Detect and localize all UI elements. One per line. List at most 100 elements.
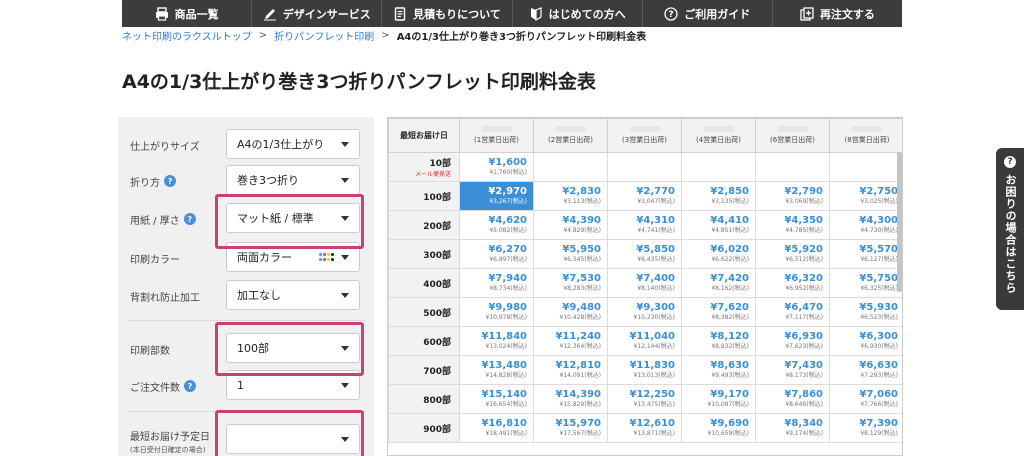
price-cell[interactable]: ¥11,840 ¥13,024(税込) — [459, 326, 534, 356]
price-cell[interactable]: ¥7,400 ¥8,140(税込) — [607, 268, 682, 298]
help-side-tab[interactable]: ? お困りの場合はこちら — [996, 148, 1024, 310]
column-header[interactable]: (1営業日出荷) — [459, 118, 534, 153]
price-cell[interactable]: ¥4,310 ¥4,741(税込) — [607, 210, 682, 240]
price-cell[interactable]: ¥7,620 ¥8,382(税込) — [681, 297, 756, 327]
size-select[interactable]: A4の1/3仕上がり — [226, 129, 360, 159]
column-header[interactable]: (6営業日出荷) — [755, 118, 830, 153]
price-cell[interactable]: ¥2,770 ¥3,047(税込) — [607, 181, 682, 211]
breadcrumb-current: A4の1/3仕上がり巻き3つ折りパンフレット印刷料金表 — [396, 31, 647, 43]
mail-delivery-note: メール便発送 — [414, 171, 451, 178]
price-cell[interactable]: ¥12,250 ¥13,475(税込) — [607, 384, 682, 414]
breadcrumb: ネット印刷のラクスルトップ > 折りパンフレット印刷 > A4の1/3仕上がり巻… — [122, 27, 646, 43]
column-header[interactable]: (2営業日出荷) — [533, 118, 608, 153]
price-cell[interactable]: ¥7,060 ¥7,766(税込) — [829, 384, 902, 414]
quantity-cell: 700部 — [388, 355, 460, 385]
table-row: 100部 ¥2,970 ¥3,267(税込) ¥2,830 ¥3,113(税込) ¥… — [388, 181, 902, 211]
help-icon[interactable]: ? — [164, 175, 176, 187]
option-size: 仕上がりサイズ A4の1/3仕上がり — [118, 129, 374, 161]
price-cell[interactable]: ¥6,020 ¥6,622(税込) — [681, 239, 756, 269]
nav-estimate[interactable]: 見積もりについて — [382, 0, 513, 27]
divider — [126, 411, 366, 412]
price-cell[interactable]: ¥1,600 ¥1,760(税込) — [459, 152, 534, 182]
price-cell[interactable]: ¥7,530 ¥8,283(税込) — [533, 268, 608, 298]
table-row: 200部 ¥4,620 ¥5,082(税込) ¥4,390 ¥4,829(税込) ¥… — [388, 210, 902, 240]
price-cell[interactable]: ¥8,630 ¥9,493(税込) — [681, 355, 756, 385]
delivery-select[interactable] — [226, 424, 360, 454]
price-cell[interactable]: ¥7,860 ¥8,646(税込) — [755, 384, 830, 414]
price-cell[interactable]: ¥8,340 ¥9,174(税込) — [755, 413, 830, 443]
column-header[interactable]: (8営業日出荷) — [829, 118, 902, 153]
price-cell[interactable]: ¥11,830 ¥13,013(税込) — [607, 355, 682, 385]
price-cell[interactable]: ¥5,930 ¥6,523(税込) — [829, 297, 902, 327]
paper-select[interactable]: マット紙 / 標準 — [226, 203, 360, 233]
nav-design-service[interactable]: デザインサービス — [252, 0, 383, 27]
files-select[interactable]: 1 — [226, 370, 360, 400]
column-header[interactable]: (3営業日出荷) — [607, 118, 682, 153]
price-cell[interactable]: ¥6,470 ¥7,117(税込) — [755, 297, 830, 327]
price-cell[interactable]: ¥6,630 ¥7,293(税込) — [829, 355, 902, 385]
breadcrumb-home[interactable]: ネット印刷のラクスルトップ — [122, 28, 252, 43]
price-cell[interactable]: ¥5,950 ¥6,545(税込) — [533, 239, 608, 269]
price-cell[interactable]: ¥15,140 ¥16,654(税込) — [459, 384, 534, 414]
nav-beginners[interactable]: はじめての方へ — [513, 0, 643, 27]
nav-guide[interactable]: ? ご利用ガイド — [643, 0, 773, 27]
quantity-select[interactable]: 100部 — [226, 333, 360, 363]
color-select[interactable]: 両面カラー — [226, 242, 360, 272]
nav-products[interactable]: 商品一覧 — [122, 0, 253, 27]
price-cell[interactable]: ¥2,850 ¥3,135(税込) — [681, 181, 756, 211]
nav-estimate-label: 見積もりについて — [413, 7, 501, 21]
price-cell[interactable]: ¥7,940 ¥8,734(税込) — [459, 268, 534, 298]
help-icon[interactable]: ? — [183, 213, 196, 225]
price-cell[interactable]: ¥14,390 ¥15,829(税込) — [533, 384, 608, 414]
price-cell[interactable]: ¥6,320 ¥6,952(税込) — [755, 268, 830, 298]
help-icon[interactable]: ? — [184, 380, 196, 392]
nav-reorder-label: 再注文する — [819, 7, 875, 21]
price-cell[interactable]: ¥8,120 ¥8,932(税込) — [681, 326, 756, 356]
price-cell[interactable]: ¥9,480 ¥10,428(税込) — [533, 297, 608, 327]
price-cell[interactable]: ¥7,390 ¥8,129(税込) — [829, 413, 902, 443]
fold-select[interactable]: 巻き3つ折り — [226, 165, 360, 195]
price-cell[interactable]: ¥9,980 ¥10,978(税込) — [459, 297, 534, 327]
price-cell[interactable]: ¥2,750 ¥3,025(税込) — [829, 181, 902, 211]
table-scrollbar[interactable] — [897, 152, 902, 292]
quantity-cell: 900部 — [388, 413, 460, 443]
price-cell[interactable]: ¥4,620 ¥5,082(税込) — [459, 210, 534, 240]
price-cell[interactable]: ¥6,930 ¥7,623(税込) — [755, 326, 830, 356]
price-cell[interactable]: ¥7,420 ¥8,162(税込) — [681, 268, 756, 298]
price-cell[interactable]: ¥16,810 ¥18,491(税込) — [459, 413, 534, 443]
quantity-cell: 500部 — [388, 297, 460, 327]
price-cell[interactable]: ¥4,350 ¥4,785(税込) — [755, 210, 830, 240]
price-cell[interactable]: ¥4,410 ¥4,851(税込) — [681, 210, 756, 240]
price-cell[interactable]: ¥5,850 ¥6,435(税込) — [607, 239, 682, 269]
price-cell[interactable]: ¥9,300 ¥10,230(税込) — [607, 297, 682, 327]
chevron-down-icon — [341, 255, 349, 260]
nav-reorder[interactable]: 再注文する — [773, 0, 902, 27]
price-cell[interactable]: ¥11,240 ¥12,364(税込) — [533, 326, 608, 356]
price-cell[interactable]: ¥9,690 ¥10,659(税込) — [681, 413, 756, 443]
price-cell[interactable]: ¥15,970 ¥17,567(税込) — [533, 413, 608, 443]
price-cell[interactable]: ¥11,040 ¥12,144(税込) — [607, 326, 682, 356]
finish-select[interactable]: 加工なし — [226, 280, 360, 310]
price-cell[interactable]: ¥6,300 ¥6,930(税込) — [829, 326, 902, 356]
option-delivery: 最短お届け予定日 (本日受付日確定の場合) — [118, 424, 374, 456]
price-cell[interactable]: ¥12,810 ¥14,091(税込) — [533, 355, 608, 385]
price-cell[interactable]: ¥5,750 ¥6,325(税込) — [829, 268, 902, 298]
price-cell[interactable]: ¥4,300 ¥4,730(税込) — [829, 210, 902, 240]
price-cell[interactable]: ¥2,830 ¥3,113(税込) — [533, 181, 608, 211]
column-header[interactable]: (4営業日出荷) — [681, 118, 756, 153]
price-cell-selected[interactable]: ¥2,970 ¥3,267(税込) — [459, 181, 534, 211]
price-cell[interactable]: ¥13,480 ¥14,828(税込) — [459, 355, 534, 385]
price-cell[interactable]: ¥2,790 ¥3,069(税込) — [755, 181, 830, 211]
breadcrumb-category[interactable]: 折りパンフレット印刷 — [274, 28, 374, 43]
price-cell[interactable]: ¥5,920 ¥6,512(税込) — [755, 239, 830, 269]
price-cell[interactable]: ¥5,570 ¥6,127(税込) — [829, 239, 902, 269]
price-cell[interactable]: ¥12,610 ¥13,871(税込) — [607, 413, 682, 443]
price-cell[interactable]: ¥6,270 ¥6,897(税込) — [459, 239, 534, 269]
option-delivery-sublabel: (本日受付日確定の場合) — [130, 446, 206, 454]
price-cell[interactable]: ¥4,390 ¥4,829(税込) — [533, 210, 608, 240]
question-circle-icon: ? — [664, 6, 678, 21]
price-cell[interactable]: ¥7,430 ¥8,173(税込) — [755, 355, 830, 385]
table-row: 800部 ¥15,140 ¥16,654(税込) ¥14,390 ¥15,829(税… — [388, 384, 902, 414]
price-cell[interactable]: ¥9,170 ¥10,087(税込) — [681, 384, 756, 414]
quantity-cell: 300部 — [388, 239, 460, 269]
